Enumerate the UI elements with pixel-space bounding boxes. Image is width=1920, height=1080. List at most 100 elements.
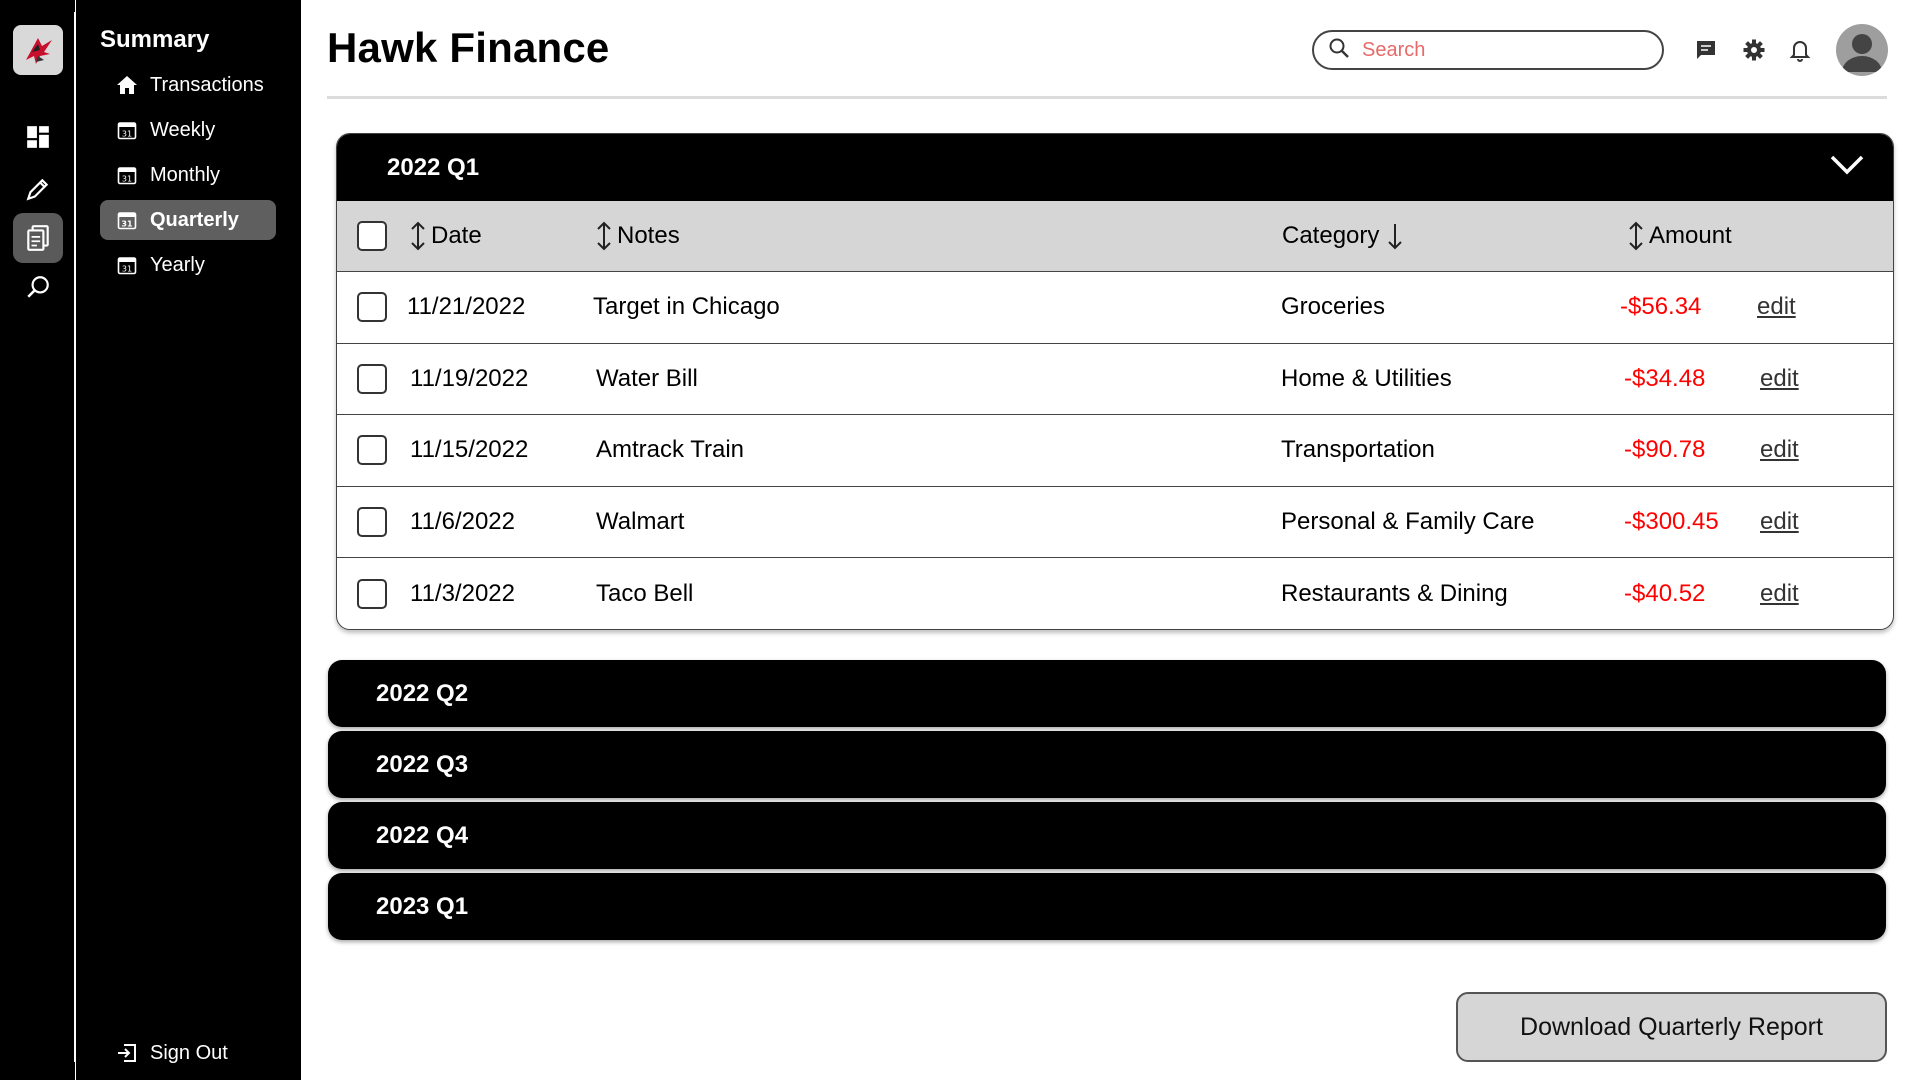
edit-link[interactable]: edit: [1760, 580, 1799, 608]
row-notes: Amtrack Train: [596, 436, 745, 464]
sort-amount-button[interactable]: Amount: [1627, 220, 1732, 252]
sign-out-label: Sign Out: [150, 1041, 228, 1064]
table-row: 11/6/2022 Walmart Personal & Family Care…: [337, 487, 1893, 558]
search-box[interactable]: [1312, 30, 1664, 70]
sort-down-icon: [1388, 224, 1403, 250]
row-checkbox[interactable]: [357, 363, 387, 394]
calendar-icon: 31: [116, 254, 138, 276]
subnav-heading: Summary: [100, 26, 210, 53]
sign-out-button[interactable]: Sign Out: [100, 1035, 228, 1071]
nav-item-monthly[interactable]: 31 Monthly: [100, 155, 276, 195]
quarter-label: 2022 Q3: [376, 750, 469, 778]
row-checkbox[interactable]: [357, 292, 387, 323]
row-category: Personal & Family Care: [1281, 507, 1535, 535]
column-header-notes: Notes: [617, 222, 680, 249]
quarter-label: 2023 Q1: [376, 892, 469, 920]
icon-rail: [0, 0, 76, 1080]
sort-notes-button[interactable]: Notes: [595, 220, 680, 252]
row-notes: Water Bill: [596, 364, 698, 392]
row-amount: -$34.48: [1624, 364, 1706, 392]
nav-item-label: Quarterly: [150, 208, 239, 231]
nav-item-label: Monthly: [150, 163, 221, 186]
nav-item-label: Weekly: [150, 118, 216, 141]
edit-link[interactable]: edit: [1760, 365, 1799, 393]
quarter-panel-open: 2022 Q1 Date Notes Category Amount 11/21…: [336, 133, 1894, 630]
edit-link[interactable]: edit: [1760, 508, 1799, 536]
svg-text:31: 31: [122, 265, 132, 274]
row-category: Transportation: [1281, 436, 1435, 464]
row-checkbox[interactable]: [357, 435, 387, 466]
message-icon[interactable]: [1692, 36, 1720, 64]
nav-item-transactions[interactable]: Transactions: [100, 65, 276, 105]
row-date: 11/21/2022: [407, 293, 526, 321]
table-row: 11/21/2022 Target in Chicago Groceries -…: [337, 272, 1893, 344]
table-row: 11/19/2022 Water Bill Home & Utilities -…: [337, 344, 1893, 415]
row-date: 11/19/2022: [410, 364, 529, 392]
hawk-logo[interactable]: [13, 25, 63, 75]
chevron-down-icon[interactable]: [1829, 152, 1865, 185]
row-amount: -$56.34: [1620, 293, 1702, 321]
sort-both-icon: [411, 221, 425, 251]
column-header-date: Date: [431, 222, 482, 249]
quarter-header-2022-q3[interactable]: 2022 Q3: [328, 731, 1886, 798]
row-category: Restaurants & Dining: [1281, 579, 1508, 607]
sort-category-button[interactable]: Category: [1282, 220, 1409, 252]
quarter-label: 2022 Q4: [376, 821, 469, 849]
quarter-label: 2022 Q1: [387, 153, 480, 181]
row-notes: Taco Bell: [596, 579, 694, 607]
summary-subnav: Summary Transactions 31 Weekly 31 Monthl…: [76, 0, 301, 1080]
nav-item-yearly[interactable]: 31 Yearly: [100, 245, 276, 285]
row-category: Groceries: [1281, 293, 1386, 321]
row-checkbox[interactable]: [357, 506, 387, 537]
quarter-header-2022-q2[interactable]: 2022 Q2: [328, 660, 1886, 727]
quarter-header-2022-q4[interactable]: 2022 Q4: [328, 802, 1886, 869]
row-notes: Walmart: [596, 507, 685, 535]
row-date: 11/6/2022: [410, 507, 515, 535]
avatar[interactable]: [1836, 24, 1888, 76]
row-category: Home & Utilities: [1281, 364, 1452, 392]
nav-item-label: Transactions: [150, 73, 264, 96]
table-header: Date Notes Category Amount: [337, 201, 1893, 272]
calendar-icon: 31: [116, 164, 138, 186]
quarter-header[interactable]: 2022 Q1: [337, 134, 1893, 201]
edit-link[interactable]: edit: [1757, 293, 1796, 321]
row-amount: -$90.78: [1624, 436, 1706, 464]
search-chat-icon[interactable]: [13, 262, 63, 312]
dashboard-icon[interactable]: [13, 112, 63, 162]
table-row: 11/3/2022 Taco Bell Restaurants & Dining…: [337, 558, 1893, 629]
nav-item-weekly[interactable]: 31 Weekly: [100, 110, 276, 150]
row-checkbox[interactable]: [357, 578, 387, 609]
documents-icon[interactable]: [13, 213, 63, 263]
row-notes: Target in Chicago: [593, 293, 780, 321]
gear-icon[interactable]: [1740, 36, 1768, 64]
sort-both-icon: [1629, 221, 1643, 251]
sort-both-icon: [597, 221, 611, 251]
nav-item-label: Yearly: [150, 253, 205, 276]
header-divider: [327, 96, 1887, 99]
select-all-checkbox[interactable]: [357, 221, 387, 251]
row-amount: -$40.52: [1624, 579, 1706, 607]
column-header-amount: Amount: [1649, 222, 1732, 249]
nav-item-quarterly[interactable]: 31 Quarterly: [100, 200, 276, 240]
search-input[interactable]: [1362, 38, 1632, 62]
bell-icon[interactable]: [1786, 36, 1814, 64]
row-amount: -$300.45: [1624, 507, 1719, 535]
table-row: 11/15/2022 Amtrack Train Transportation …: [337, 415, 1893, 487]
edit-link[interactable]: edit: [1760, 436, 1799, 464]
pencil-icon[interactable]: [13, 164, 63, 214]
row-date: 11/15/2022: [410, 436, 529, 464]
download-report-button[interactable]: Download Quarterly Report: [1456, 992, 1887, 1062]
svg-text:31: 31: [121, 220, 133, 229]
sort-date-button[interactable]: Date: [409, 220, 482, 252]
column-header-category: Category: [1282, 222, 1380, 249]
calendar-icon: 31: [116, 119, 138, 141]
svg-text:31: 31: [122, 130, 132, 139]
quarter-header-2023-q1[interactable]: 2023 Q1: [328, 873, 1886, 940]
search-icon: [1328, 37, 1350, 64]
quarter-label: 2022 Q2: [376, 679, 469, 707]
calendar-icon: 31: [116, 209, 138, 231]
home-icon: [116, 74, 138, 96]
row-date: 11/3/2022: [410, 579, 515, 607]
sign-out-icon: [116, 1042, 138, 1064]
svg-text:31: 31: [122, 175, 132, 184]
